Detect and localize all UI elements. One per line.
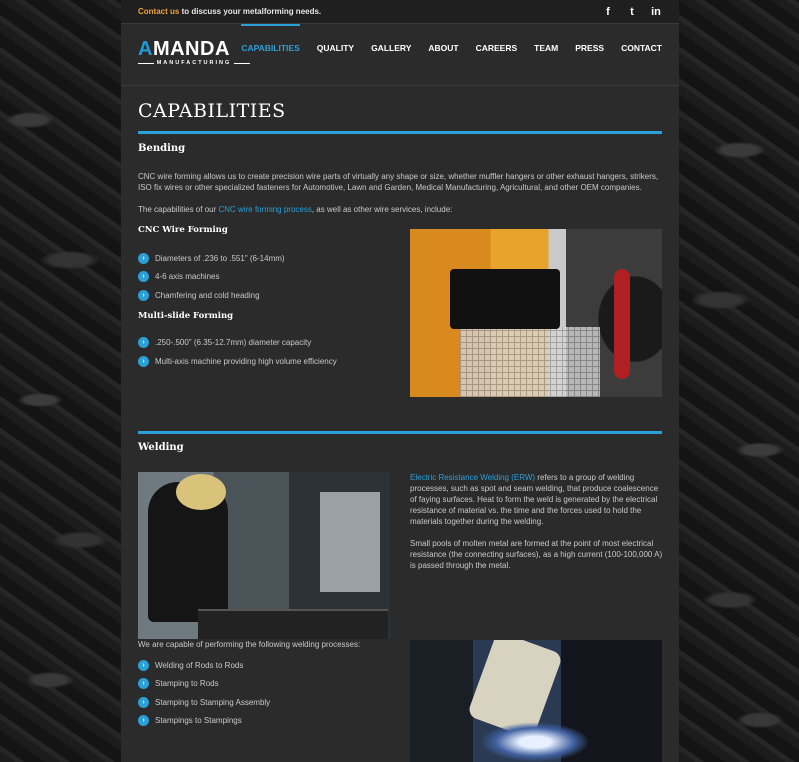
welding-rule	[138, 431, 662, 434]
chevron-right-icon: ›	[138, 715, 149, 727]
facebook-icon[interactable]: f	[602, 6, 614, 18]
cnc-wire-forming-link[interactable]: CNC wire forming process	[219, 205, 312, 214]
cnc-wire-forming-heading: CNC Wire Forming	[138, 225, 228, 235]
list-item: › 4-6 axis machines	[138, 268, 398, 287]
nav-team[interactable]: TEAM	[534, 24, 558, 86]
list-item-text: .250-.500" (6.35-12.7mm) diameter capaci…	[155, 338, 312, 348]
twitter-icon[interactable]: t	[626, 6, 638, 18]
nav-capabilities[interactable]: CAPABILITIES	[241, 24, 301, 86]
top-bar: Contact us to discuss your metalforming …	[121, 0, 679, 24]
welding-processes: We are capable of performing the followi…	[138, 639, 398, 730]
capabilities-pre: The capabilities of our	[138, 205, 219, 214]
list-item-text: Multi-axis machine providing high volume…	[155, 356, 337, 366]
capabilities-sentence: The capabilities of our CNC wire forming…	[138, 204, 662, 215]
capable-text: We are capable of performing the followi…	[138, 640, 361, 649]
list-item-text: 4-6 axis machines	[155, 272, 220, 282]
wire-forming-robot-photo	[410, 229, 662, 397]
multi-slide-list: › .250-.500" (6.35-12.7mm) diameter capac…	[138, 334, 398, 371]
nav-careers[interactable]: CAREERS	[476, 24, 518, 86]
list-item: › Stamping to Stamping Assembly	[138, 693, 398, 712]
page-container: Contact us to discuss your metalforming …	[121, 0, 679, 762]
title-rule	[138, 131, 662, 134]
list-item: › .250-.500" (6.35-12.7mm) diameter capac…	[138, 334, 398, 353]
multi-slide-heading: Multi-slide Forming	[138, 310, 234, 321]
list-item-text: Stamping to Rods	[155, 679, 219, 689]
linkedin-icon[interactable]: in	[650, 6, 662, 18]
logo-line-left	[138, 62, 154, 64]
contact-us-link[interactable]: Contact us	[138, 7, 179, 16]
chevron-right-icon: ›	[138, 659, 149, 671]
logo-letter-a: A	[138, 38, 153, 60]
photo-tray	[198, 609, 388, 639]
photo-machine	[320, 492, 380, 592]
chevron-right-icon: ›	[138, 696, 149, 708]
photo-weld-glow	[480, 722, 590, 762]
nav-gallery[interactable]: GALLERY	[371, 24, 411, 86]
erw-link[interactable]: Electric Resistance Welding (ERW)	[410, 473, 535, 482]
list-item: › Multi-axis machine providing high volum…	[138, 352, 398, 371]
nav-press[interactable]: PRESS	[575, 24, 604, 86]
social-links: f t in	[602, 6, 662, 18]
welder-photo	[138, 472, 390, 639]
logo-word-rest: MANDA	[152, 38, 230, 60]
capabilities-post: , as well as other wire services, includ…	[311, 205, 453, 214]
photo-hair	[176, 474, 226, 510]
contact-message: Contact us to discuss your metalforming …	[138, 7, 321, 16]
chevron-right-icon: ›	[138, 355, 149, 367]
nav-about[interactable]: ABOUT	[428, 24, 458, 86]
welding-list: › Welding of Rods to Rods › Stamping to Ro…	[138, 656, 398, 730]
nav-contact[interactable]: CONTACT	[621, 24, 662, 86]
contact-message-text: to discuss your metalforming needs.	[179, 7, 322, 16]
cnc-list: › Diameters of .236 to .551" (6-14mm) › 4-…	[138, 249, 398, 305]
nav-quality[interactable]: QUALITY	[317, 24, 354, 86]
erw-paragraph: Electric Resistance Welding (ERW) refers…	[410, 472, 664, 527]
list-item-text: Chamfering and cold heading	[155, 290, 260, 300]
logo-subtitle-text: MANUFACTURING	[156, 60, 232, 66]
list-item-text: Welding of Rods to Rods	[155, 660, 244, 670]
photo-mesh	[460, 327, 600, 397]
bending-heading: Bending	[138, 143, 186, 154]
list-item: › Stampings to Stampings	[138, 712, 398, 731]
molten-metal-paragraph: Small pools of molten metal are formed a…	[410, 539, 663, 570]
list-item: › Diameters of .236 to .551" (6-14mm)	[138, 249, 398, 268]
bending-lists: CNC Wire Forming › Diameters of .236 to .…	[138, 225, 398, 371]
photo-pipe	[614, 269, 630, 379]
welding-robot-photo	[410, 640, 662, 762]
welding-text: Electric Resistance Welding (ERW) refers…	[410, 472, 664, 571]
chevron-right-icon: ›	[138, 252, 149, 264]
list-item: › Chamfering and cold heading	[138, 286, 398, 305]
list-item-text: Diameters of .236 to .551" (6-14mm)	[155, 253, 285, 263]
page-title: CAPABILITIES	[138, 100, 286, 122]
site-header: AMANDA MANUFACTURING CAPABILITIES QUALIT…	[121, 24, 679, 86]
list-item: › Stamping to Rods	[138, 675, 398, 694]
bending-intro: CNC wire forming allows us to create pre…	[138, 172, 659, 192]
list-item: › Welding of Rods to Rods	[138, 656, 398, 675]
photo-arm	[450, 269, 560, 329]
chevron-right-icon: ›	[138, 289, 149, 301]
main-nav: CAPABILITIES QUALITY GALLERY ABOUT CAREE…	[224, 24, 662, 86]
chevron-right-icon: ›	[138, 271, 149, 283]
list-item-text: Stamping to Stamping Assembly	[155, 697, 271, 707]
chevron-right-icon: ›	[138, 678, 149, 690]
list-item-text: Stampings to Stampings	[155, 716, 242, 726]
welding-heading: Welding	[138, 442, 184, 453]
chevron-right-icon: ›	[138, 337, 149, 349]
